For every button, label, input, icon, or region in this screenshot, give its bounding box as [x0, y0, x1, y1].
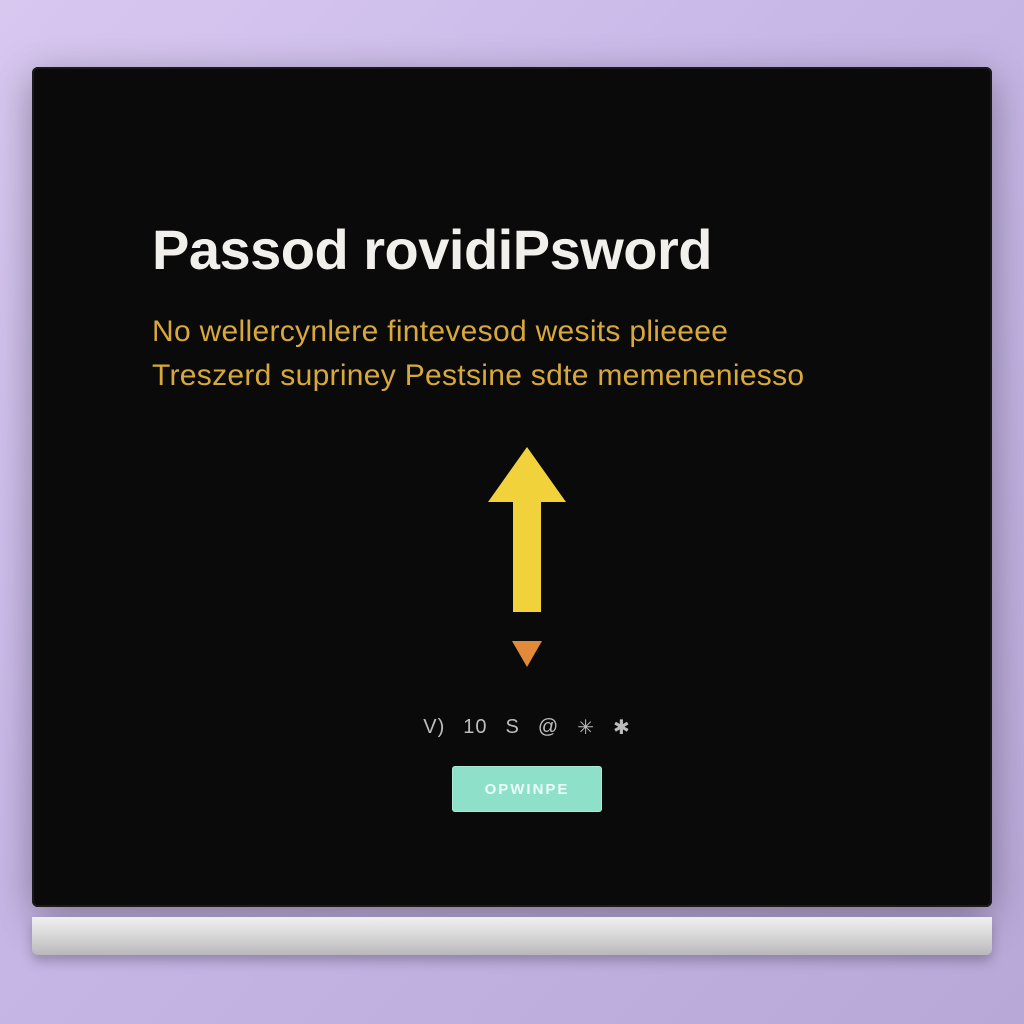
page-title: Passod rovidiPsword [152, 217, 902, 282]
code-char-6: ✱ [613, 715, 631, 740]
code-char-2: 10 [463, 716, 487, 739]
code-char-3: S [506, 716, 520, 739]
screen-content: Passod rovidiPsword No wellercynlere fin… [32, 67, 992, 907]
monitor-stand [32, 917, 992, 955]
arrow-group: V) 10 S @ ✳ ✱ OPWINPE [152, 447, 902, 812]
subtitle-line-1: No wellercynlere fintevesod wesits pliee… [152, 315, 728, 348]
code-row: V) 10 S @ ✳ ✱ [423, 715, 630, 740]
code-char-5: ✳ [577, 715, 595, 740]
arrow-down-icon [512, 641, 542, 669]
code-char-1: V) [423, 716, 445, 739]
arrow-up-icon [482, 447, 572, 617]
continue-button[interactable]: OPWINPE [452, 766, 602, 812]
code-char-4: @ [538, 716, 559, 739]
page-subtitle: No wellercynlere fintevesod wesits pliee… [152, 310, 902, 397]
subtitle-line-2: Treszerd supriney Pestsine sdte memeneni… [152, 359, 804, 392]
monitor-frame: Passod rovidiPsword No wellercynlere fin… [32, 67, 992, 937]
